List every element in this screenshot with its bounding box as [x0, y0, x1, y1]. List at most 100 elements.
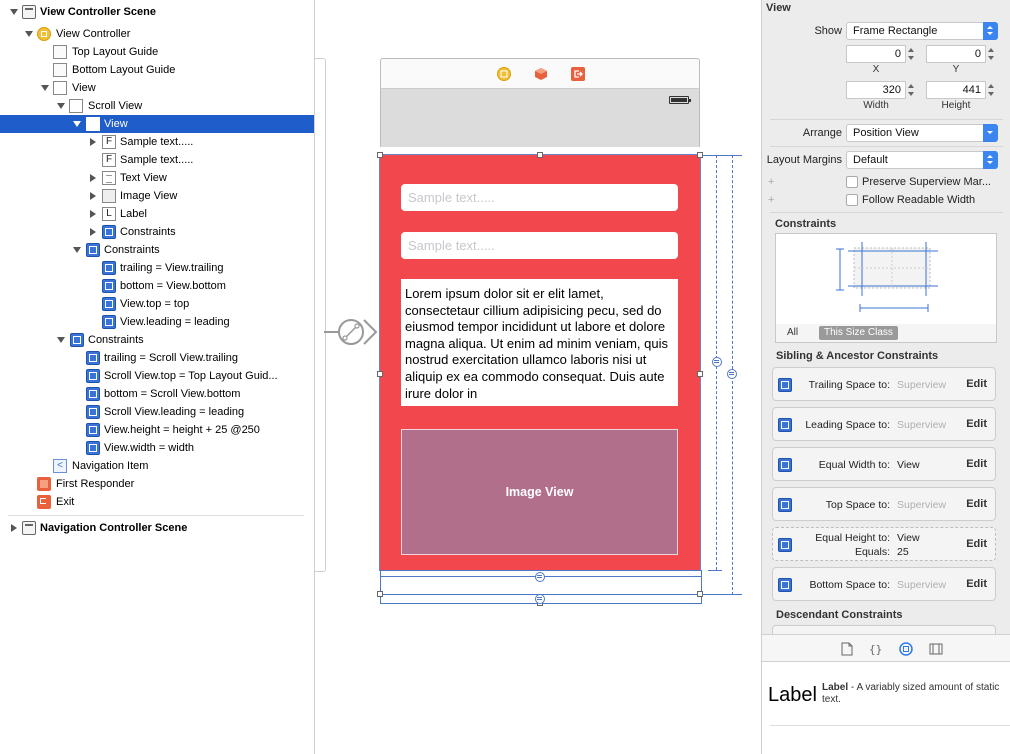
x-stepper-icon[interactable] — [907, 45, 916, 63]
outline-item-constraints-collapsed[interactable]: Constraints — [0, 223, 314, 241]
outline-item-label[interactable]: L Label — [0, 205, 314, 223]
height-stepper-icon[interactable] — [987, 81, 996, 99]
width-field[interactable]: 320 — [846, 81, 906, 99]
edit-button[interactable]: Edit — [966, 538, 987, 550]
constraint-card-leading[interactable]: Leading Space to: Superview Edit — [772, 407, 996, 441]
code-snippet-icon[interactable]: {} — [868, 642, 882, 656]
sample-text-field-1[interactable]: Sample text..... — [401, 184, 678, 211]
edit-button[interactable]: Edit — [966, 418, 987, 430]
preserve-superview-margins-checkbox[interactable] — [846, 176, 858, 188]
constraint-line[interactable] — [380, 570, 381, 604]
edit-button[interactable]: Edit — [966, 498, 987, 510]
outline-item-top-layout-guide[interactable]: Top Layout Guide — [0, 43, 314, 61]
height-field[interactable]: 441 — [926, 81, 986, 99]
plus-icon[interactable]: + — [768, 194, 774, 206]
disclosure-open-icon[interactable] — [56, 331, 66, 349]
constraint-card-equal-width[interactable]: Equal Width to: View Edit — [772, 447, 996, 481]
outline-item-navigation-item[interactable]: < Navigation Item — [0, 457, 314, 475]
image-view[interactable]: Image View — [401, 429, 678, 555]
outline-item-navigation-controller-scene[interactable]: Navigation Controller Scene — [0, 519, 314, 537]
constraint-card-partial[interactable] — [772, 625, 996, 634]
layout-margins-popup[interactable]: Default — [846, 151, 998, 169]
disclosure-closed-icon[interactable] — [88, 169, 98, 187]
outline-item-constraint[interactable]: trailing = Scroll View.trailing — [0, 349, 314, 367]
outline-item-constraint[interactable]: bottom = Scroll View.bottom — [0, 385, 314, 403]
constraint-badge-icon[interactable] — [535, 594, 545, 604]
constraint-line[interactable] — [702, 594, 742, 595]
outline-item-image-view[interactable]: Image View — [0, 187, 314, 205]
constraint-badge-icon[interactable] — [712, 357, 722, 367]
sample-text-field-2[interactable]: Sample text..... — [401, 232, 678, 259]
exit-icon[interactable] — [571, 67, 585, 81]
constraint-card-top[interactable]: Top Space to: Superview Edit — [772, 487, 996, 521]
disclosure-open-icon[interactable] — [72, 241, 82, 259]
outline-item-constraints-scroll[interactable]: Constraints — [0, 331, 314, 349]
scene-dock[interactable] — [380, 58, 700, 89]
disclosure-open-icon[interactable] — [40, 79, 50, 97]
outline-item-constraint[interactable]: Scroll View.leading = leading — [0, 403, 314, 421]
object-library-icon[interactable] — [899, 642, 913, 656]
resize-handle[interactable] — [377, 591, 383, 597]
outline-item-constraints-view[interactable]: Constraints — [0, 241, 314, 259]
constraint-line[interactable] — [702, 155, 742, 156]
text-view[interactable]: Lorem ipsum dolor sit er elit lamet, con… — [401, 279, 678, 406]
outline-item-text-view[interactable]: Text View — [0, 169, 314, 187]
outline-item-constraint[interactable]: View.height = height + 25 @250 — [0, 421, 314, 439]
disclosure-closed-icon[interactable] — [88, 187, 98, 205]
resize-handle[interactable] — [377, 152, 383, 158]
disclosure-closed-icon[interactable] — [88, 205, 98, 223]
constraint-badge-icon[interactable] — [535, 572, 545, 582]
plus-icon[interactable]: + — [768, 176, 774, 188]
file-template-icon[interactable] — [840, 642, 854, 656]
outline-item-exit[interactable]: Exit — [0, 493, 314, 511]
media-library-icon[interactable] — [929, 642, 943, 656]
outline-item-bottom-layout-guide[interactable]: Bottom Layout Guide — [0, 61, 314, 79]
content-view[interactable]: Sample text..... Sample text..... Lorem … — [379, 154, 701, 571]
outline-item-constraint[interactable]: trailing = View.trailing — [0, 259, 314, 277]
outline-item-constraint[interactable]: View.leading = leading — [0, 313, 314, 331]
disclosure-open-icon[interactable] — [24, 25, 34, 43]
outline-item-textfield-2[interactable]: F Sample text..... — [0, 151, 314, 169]
library-item-preview[interactable]: Label — [768, 684, 817, 707]
x-field[interactable]: 0 — [846, 45, 906, 63]
outline-item-textfield-1[interactable]: F Sample text..... — [0, 133, 314, 151]
disclosure-closed-icon[interactable] — [88, 223, 98, 241]
edit-button[interactable]: Edit — [966, 378, 987, 390]
tab-all[interactable]: All — [782, 326, 803, 340]
constraint-line[interactable] — [708, 570, 722, 571]
disclosure-closed-icon[interactable] — [88, 133, 98, 151]
y-field[interactable]: 0 — [926, 45, 986, 63]
segue-arrow-icon[interactable] — [324, 314, 380, 350]
tab-this-size-class[interactable]: This Size Class — [819, 326, 898, 340]
outline-item-constraint[interactable]: Scroll View.top = Top Layout Guid... — [0, 367, 314, 385]
constraint-badge-icon[interactable] — [727, 369, 737, 379]
constraint-card-equal-height[interactable]: Equal Height to: View Equals: 25 Edit — [772, 527, 996, 561]
first-responder-icon[interactable] — [534, 67, 548, 81]
outline-item-constraint[interactable]: View.top = top — [0, 295, 314, 313]
follow-readable-width-checkbox[interactable] — [846, 194, 858, 206]
disclosure-open-icon[interactable] — [9, 3, 19, 21]
width-stepper-icon[interactable] — [907, 81, 916, 99]
object-library[interactable]: Label Label - A variably sized amount of… — [762, 662, 1010, 754]
outline-item-first-responder[interactable]: First Responder — [0, 475, 314, 493]
outline-item-scroll-view[interactable]: Scroll View — [0, 97, 314, 115]
outline-item-view-selected[interactable]: View — [0, 115, 314, 133]
show-popup[interactable]: Frame Rectangle — [846, 22, 998, 40]
disclosure-open-icon[interactable] — [72, 115, 82, 133]
y-stepper-icon[interactable] — [987, 45, 996, 63]
outline-item-constraint[interactable]: bottom = View.bottom — [0, 277, 314, 295]
outline-item-view-controller-scene[interactable]: View Controller Scene — [0, 3, 314, 21]
constraint-card-trailing[interactable]: Trailing Space to: Superview Edit — [772, 367, 996, 401]
constraint-line[interactable] — [701, 570, 702, 604]
resize-handle[interactable] — [697, 371, 703, 377]
resize-handle[interactable] — [377, 371, 383, 377]
disclosure-open-icon[interactable] — [56, 97, 66, 115]
outline-item-view-controller[interactable]: View Controller — [0, 25, 314, 43]
view-controller-icon[interactable] — [497, 67, 511, 81]
arrange-popup[interactable]: Position View — [846, 124, 998, 142]
edit-button[interactable]: Edit — [966, 578, 987, 590]
outline-item-constraint[interactable]: View.width = width — [0, 439, 314, 457]
constraint-line[interactable] — [380, 570, 702, 571]
outline-item-view[interactable]: View — [0, 79, 314, 97]
constraint-card-bottom[interactable]: Bottom Space to: Superview Edit — [772, 567, 996, 601]
